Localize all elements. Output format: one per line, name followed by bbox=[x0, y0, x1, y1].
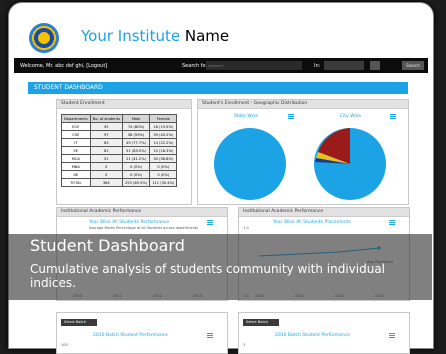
cell: ECE bbox=[61, 122, 91, 131]
cell: 49 (77.7%) bbox=[121, 138, 151, 147]
col-header: Female bbox=[149, 114, 178, 123]
cell: 111 (30.4%) bbox=[149, 178, 178, 187]
col-header: No. of students bbox=[89, 114, 123, 123]
institute-name: Your Institute Name bbox=[81, 27, 230, 45]
table-row: AE 0 0 (0%) 0 (0%) bbox=[61, 170, 178, 179]
cell: 18 (19.5%) bbox=[149, 122, 178, 131]
search-scope-select[interactable] bbox=[324, 61, 364, 70]
enrollment-table: Departments No. of students Male Female … bbox=[61, 114, 178, 187]
cell: IT bbox=[61, 138, 91, 147]
cell: 0 (0%) bbox=[149, 170, 178, 179]
cell: 0 (0%) bbox=[149, 162, 178, 171]
in-label: In: bbox=[314, 63, 321, 69]
header: Your Institute Name bbox=[9, 3, 433, 61]
cell: TOTAL bbox=[61, 178, 91, 187]
enrollment-panel-title: Student Enrollment bbox=[57, 100, 191, 109]
cell: 74 (80%) bbox=[121, 122, 151, 131]
cell: 97 bbox=[89, 130, 123, 139]
select-batch-dropdown[interactable]: Select Batch bbox=[243, 319, 279, 326]
cell: 51 (83.5%) bbox=[121, 146, 151, 155]
caption-description: Cumulative analysis of students communit… bbox=[30, 262, 386, 290]
top-navbar: Welcome, Mr. abc def ghi, [Logout] Searc… bbox=[14, 58, 428, 73]
cell: 30 (58.8%) bbox=[149, 154, 178, 163]
table-row: EE 61 51 (83.5%) 10 (16.3%) bbox=[61, 146, 178, 155]
table-row: IT 63 49 (77.7%) 14 (22.2%) bbox=[61, 138, 178, 147]
cell: 0 (0%) bbox=[121, 170, 151, 179]
academic-panel-title: Institutional Academic Performance bbox=[57, 208, 227, 217]
batch-chart-title: 2010 Batch Student Performance bbox=[275, 333, 350, 338]
cell: 253 (69.5%) bbox=[121, 178, 151, 187]
cell: MCA bbox=[61, 154, 91, 163]
cell: CSE bbox=[61, 130, 91, 139]
col-header: Male bbox=[121, 114, 151, 123]
table-row: CSE 97 58 (59%) 39 (40.2%) bbox=[61, 130, 178, 139]
col-header: Departments bbox=[61, 114, 91, 123]
select-batch-dropdown[interactable]: Select Batch bbox=[61, 319, 97, 326]
cell: MBA bbox=[61, 162, 91, 171]
institute-logo-icon bbox=[29, 23, 59, 53]
search-button[interactable]: Search bbox=[402, 61, 424, 70]
geo-distribution-panel: Student's Enrollment - Geographic Distri… bbox=[197, 99, 409, 205]
cell: 10 (16.3%) bbox=[149, 146, 178, 155]
batch-chart-menu-icon[interactable] bbox=[389, 333, 395, 338]
table-row: MBA 0 0 (0%) 0 (0%) bbox=[61, 162, 178, 171]
table-row: TOTAL 364 253 (69.5%) 111 (30.4%) bbox=[61, 178, 178, 187]
academic-chart-menu-icon[interactable] bbox=[207, 220, 213, 225]
cell: 14 (22.2%) bbox=[149, 138, 178, 147]
batch-chart-menu-icon[interactable] bbox=[207, 333, 213, 338]
table-row: ECE 92 74 (80%) 18 (19.5%) bbox=[61, 122, 178, 131]
cell: 0 (0%) bbox=[121, 162, 151, 171]
cell: 39 (40.2%) bbox=[149, 130, 178, 139]
cell: 92 bbox=[89, 122, 123, 131]
search-input[interactable] bbox=[206, 61, 302, 70]
cell: 21 (41.2%) bbox=[121, 154, 151, 163]
batch-performance-panel-right: Select Batch 2010 Batch Student Performa… bbox=[238, 312, 410, 354]
academic-chart-subtitle: Average Marks Percentage of all Students… bbox=[89, 226, 199, 230]
cell: 61 bbox=[89, 146, 123, 155]
caption-title: Student Dashboard bbox=[30, 236, 185, 255]
cell: 51 bbox=[89, 154, 123, 163]
table-header-row: Departments No. of students Male Female bbox=[61, 114, 178, 123]
academic-chart-title: Year Wise All Students Performance bbox=[89, 220, 170, 225]
cell: AE bbox=[61, 170, 91, 179]
cell: 364 bbox=[89, 178, 123, 187]
welcome-text[interactable]: Welcome, Mr. abc def ghi, [Logout] bbox=[20, 63, 107, 69]
dashboard-banner: STUDENT DASHBOARD bbox=[28, 82, 408, 94]
table-row: MCA 51 21 (41.2%) 30 (58.8%) bbox=[61, 154, 178, 163]
cell: 63 bbox=[89, 138, 123, 147]
cell: 58 (59%) bbox=[121, 130, 151, 139]
search-scope-dropdown[interactable] bbox=[370, 61, 380, 70]
geo-pie-charts bbox=[214, 128, 386, 200]
batch-chart-title: 2010 Batch Student Performance bbox=[93, 333, 168, 338]
cell: 0 bbox=[89, 170, 123, 179]
enrollment-panel: Student Enrollment Departments No. of st… bbox=[56, 99, 192, 205]
cell: EE bbox=[61, 146, 91, 155]
batch-performance-panel-left: Select Batch 2010 Batch Student Performa… bbox=[56, 312, 228, 354]
y-tick-label: 100 bbox=[61, 343, 68, 347]
cell: 0 bbox=[89, 162, 123, 171]
state-pie-slice bbox=[214, 128, 286, 200]
y-tick-label: 3 bbox=[243, 343, 246, 347]
